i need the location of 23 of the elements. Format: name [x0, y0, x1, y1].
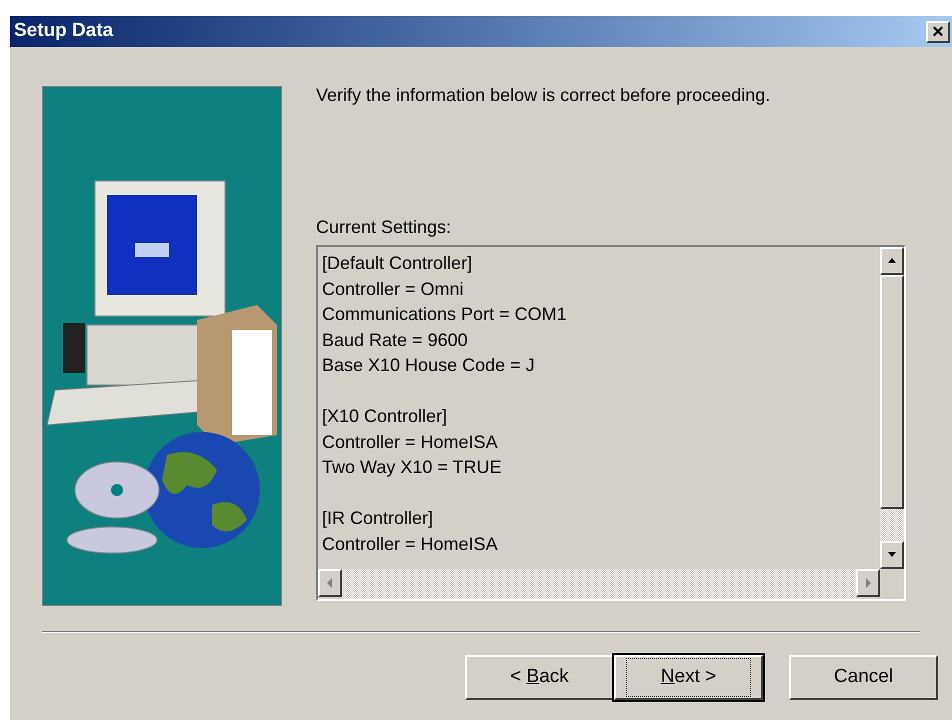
settings-line: Two Way X10 = TRUE	[322, 456, 503, 479]
dialog-button[interactable]: Cancel	[789, 655, 938, 700]
intro-text: Verify the information below is correct before proceeding.	[316, 84, 772, 106]
settings-line: Baud Rate = 9600	[322, 328, 469, 352]
close-button[interactable]: ×	[926, 20, 950, 42]
settings-line: Controller = HomeISA	[322, 430, 499, 454]
settings-line: [Default Controller]	[322, 252, 474, 275]
scroll-right-button[interactable]	[856, 569, 880, 597]
scrollbar-thumb[interactable]	[880, 275, 904, 509]
settings-label: Current Settings:	[316, 216, 452, 238]
scroll-up-button[interactable]	[880, 247, 904, 275]
window-title: Setup Data	[14, 19, 114, 44]
settings-line: [X10 Controller]	[322, 405, 448, 428]
scroll-down-button[interactable]	[880, 541, 904, 569]
dialog-button[interactable]: Next >	[614, 655, 763, 700]
settings-line: Communications Port = COM1	[322, 303, 568, 326]
settings-line: [IR Controller]	[322, 507, 434, 530]
dialog-button[interactable]: < Back	[465, 655, 614, 700]
settings-line: Controller = HomeISA	[322, 532, 499, 556]
scroll-left-button[interactable]	[318, 569, 342, 597]
settings-list[interactable]: [Default Controller] Controller = Omni Communications Port = COM1 Baud Rate = 9600 Base X10 House Code = J [X10 Controller] Controller = HomeISA Two Way X10 = TRUE [IR Controller] Controller = HomeISA	[316, 245, 906, 601]
settings-line: Base X10 House Code = J	[322, 354, 536, 377]
settings-line: Controller = Omni	[322, 278, 465, 300]
